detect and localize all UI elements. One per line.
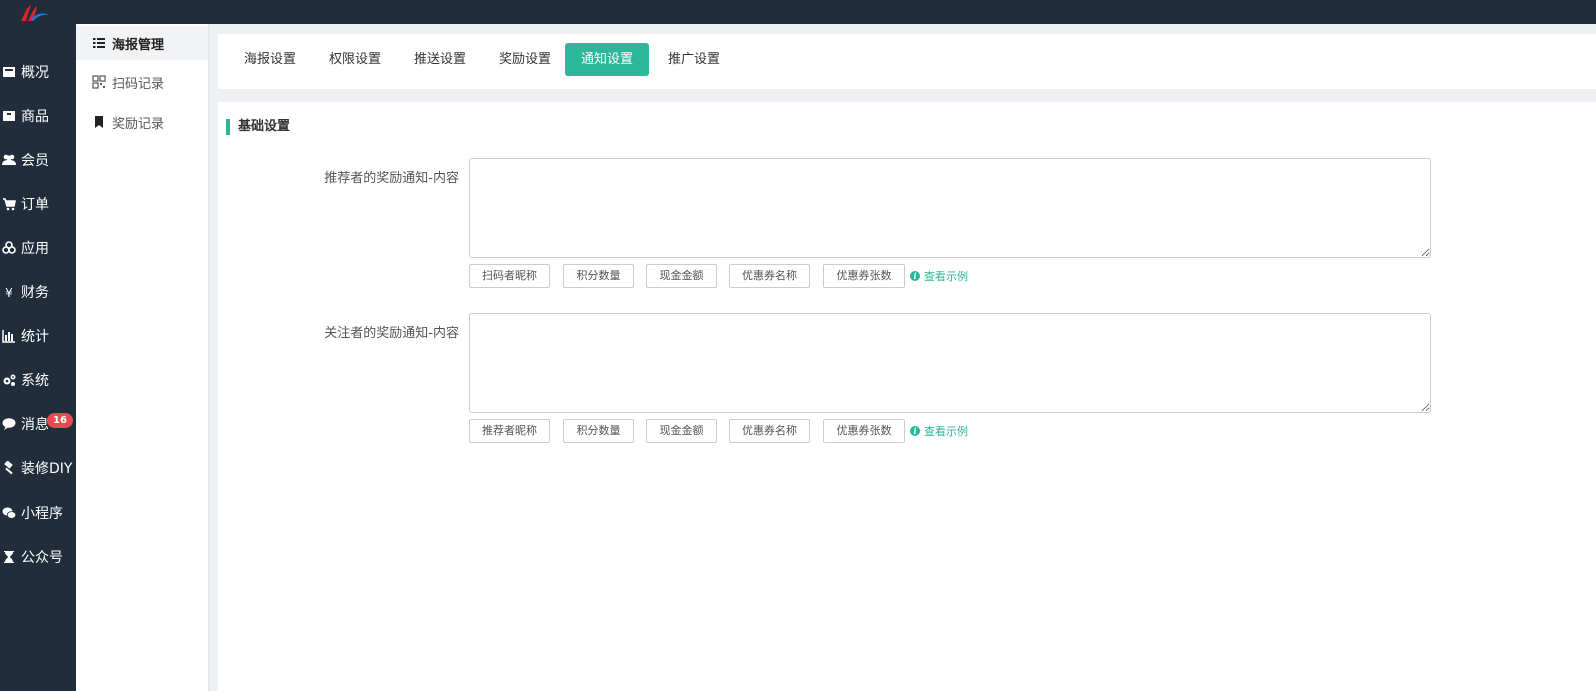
info-icon: i	[910, 271, 920, 281]
field-label: 关注者的奖励通知-内容	[324, 326, 459, 341]
hourglass-icon	[0, 550, 18, 564]
sidebar-item-6[interactable]: ¥ 财务	[0, 277, 76, 307]
cubes-icon	[0, 241, 18, 255]
users-icon	[0, 153, 18, 167]
sidebar-item-label: 统计	[21, 329, 49, 345]
sidebar-item-8[interactable]: 系统	[0, 365, 76, 395]
cart-icon	[0, 197, 18, 211]
insert-variable-button[interactable]: 优惠券张数	[823, 264, 905, 288]
insert-variable-button[interactable]: 积分数量	[563, 264, 634, 288]
yen-icon: ¥	[0, 285, 18, 299]
qrcode-icon	[92, 75, 106, 89]
view-example-link[interactable]: i 查看示例	[910, 268, 968, 284]
sidebar-item-2[interactable]: 商品	[0, 101, 76, 131]
view-example-label: 查看示例	[924, 425, 968, 438]
subnav-item-label: 海报管理	[112, 37, 165, 53]
svg-text:¥: ¥	[5, 286, 13, 299]
settings-panel: 基础设置 推荐者的奖励通知-内容 扫码者昵称 积分数量 现金金额 优惠券名称 优惠券张数 i…	[218, 102, 1596, 691]
tab-2[interactable]: 权限设置	[313, 43, 397, 76]
notification-content-textarea[interactable]	[469, 313, 1431, 413]
subnav-item-2[interactable]: 扫码记录	[76, 65, 208, 99]
sidebar-divider	[208, 24, 210, 691]
sidebar-item-label: 消息	[21, 417, 49, 433]
view-example-link[interactable]: i 查看示例	[910, 423, 968, 439]
bar-chart-icon	[0, 329, 18, 343]
subnav-item-label: 扫码记录	[112, 76, 165, 92]
gavel-icon	[0, 461, 18, 475]
subnav-item-label: 奖励记录	[112, 116, 165, 132]
tab-4[interactable]: 奖励设置	[483, 43, 567, 76]
field-label: 推荐者的奖励通知-内容	[324, 171, 459, 186]
info-icon: i	[910, 426, 920, 436]
tab-1[interactable]: 海报设置	[228, 43, 312, 76]
sidebar-item-label: 商品	[21, 109, 49, 125]
insert-variable-button[interactable]: 扫码者昵称	[469, 264, 550, 288]
sidebar-item-5[interactable]: 应用	[0, 233, 76, 263]
insert-variable-button[interactable]: 优惠券张数	[823, 419, 905, 443]
tab-bar: 海报设置 权限设置 推送设置 奖励设置 通知设置 推广设置	[218, 34, 1596, 89]
tab-6[interactable]: 推广设置	[652, 43, 736, 76]
sidebar-item-label: 装修DIY	[21, 461, 73, 477]
insert-variable-button[interactable]: 优惠券名称	[729, 264, 810, 288]
box-icon	[0, 109, 18, 123]
sidebar-item-label: 会员	[21, 153, 49, 169]
insert-variable-button[interactable]: 优惠券名称	[729, 419, 810, 443]
gears-icon	[0, 373, 18, 387]
main-sidebar: 概况商品会员订单应用 ¥ 财务统计系统消息 16 装修DIY 小程序公众号	[0, 24, 76, 691]
sidebar-item-label: 系统	[21, 373, 49, 389]
sidebar-item-label: 公众号	[21, 550, 63, 566]
subnav-item-1[interactable]: 海报管理	[76, 26, 208, 60]
comment-icon	[0, 417, 18, 431]
sidebar-item-label: 订单	[21, 197, 49, 213]
notification-badge: 16	[47, 413, 73, 428]
notification-content-textarea[interactable]	[469, 158, 1431, 258]
sidebar-item-7[interactable]: 统计	[0, 321, 76, 351]
dashboard-icon	[0, 65, 18, 79]
top-bar	[0, 0, 1596, 24]
sidebar-item-12[interactable]: 公众号	[0, 542, 76, 572]
insert-variable-button[interactable]: 现金金额	[646, 419, 717, 443]
sidebar-item-label: 财务	[21, 285, 49, 301]
subnav-item-3[interactable]: 奖励记录	[76, 105, 208, 139]
view-example-label: 查看示例	[924, 270, 968, 283]
sidebar-item-label: 应用	[21, 241, 49, 257]
sidebar-item-4[interactable]: 订单	[0, 189, 76, 219]
sidebar-item-11[interactable]: 小程序	[0, 498, 76, 528]
sidebar-item-3[interactable]: 会员	[0, 145, 76, 175]
sidebar-item-9[interactable]: 消息 16	[0, 409, 76, 439]
bookmark-icon	[92, 115, 106, 129]
insert-variable-button[interactable]: 积分数量	[563, 419, 634, 443]
insert-variable-button[interactable]: 推荐者昵称	[469, 419, 550, 443]
list-icon	[92, 36, 106, 50]
tab-3[interactable]: 推送设置	[398, 43, 482, 76]
tab-5[interactable]: 通知设置	[565, 43, 650, 76]
sidebar-item-10[interactable]: 装修DIY	[0, 453, 76, 483]
sidebar-item-label: 概况	[21, 65, 49, 81]
section-title: 基础设置	[226, 119, 290, 135]
brand-logo[interactable]	[17, 3, 51, 23]
insert-variable-button[interactable]: 现金金额	[646, 264, 717, 288]
sidebar-item-label: 小程序	[21, 506, 63, 522]
sidebar-item-1[interactable]: 概况	[0, 57, 76, 87]
secondary-sidebar: 海报管理扫码记录奖励记录	[76, 24, 208, 691]
wechat-icon	[0, 506, 18, 520]
